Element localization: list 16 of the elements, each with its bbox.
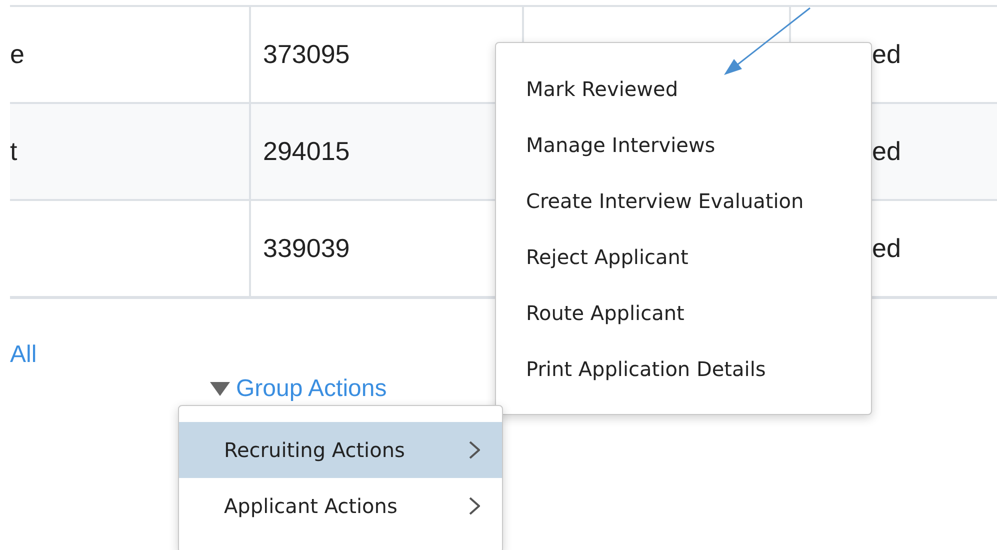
- table-cell-text: ed: [872, 232, 901, 263]
- table-cell-text: e: [10, 39, 24, 69]
- menu-item[interactable]: Manage Interviews: [496, 117, 871, 173]
- table-cell-text: ed: [872, 39, 901, 69]
- menu-item[interactable]: Print Application Details: [496, 341, 871, 397]
- menu-item[interactable]: Mark Reviewed: [496, 61, 871, 117]
- menu-item[interactable]: Recruiting Actions: [179, 422, 502, 478]
- menu-item[interactable]: Reject Applicant: [496, 229, 871, 285]
- table-cell-text: t: [10, 136, 18, 166]
- menu-item[interactable]: Create Interview Evaluation: [496, 173, 871, 229]
- table-cell-text: 339039: [263, 232, 350, 263]
- table-cell-text: ed: [872, 136, 901, 166]
- menu-item[interactable]: Applicant Actions: [179, 478, 502, 534]
- table-cell-text: 294015: [263, 136, 350, 166]
- table-cell-text: 373095: [263, 39, 350, 69]
- menu-item[interactable]: Route Applicant: [496, 285, 871, 341]
